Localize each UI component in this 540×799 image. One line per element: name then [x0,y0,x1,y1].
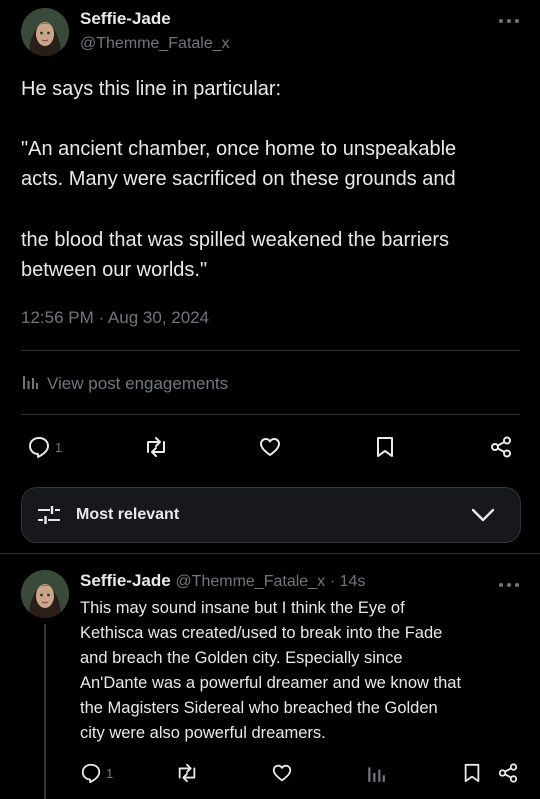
reply-header: Seffie-Jade @Themme_Fatale_x · 14s [80,571,365,591]
author-handle[interactable]: @Themme_Fatale_x [80,35,230,53]
analytics-bars-icon [366,762,386,784]
bookmark-icon [462,762,482,784]
post-text: He says this line in particular: "An anc… [21,74,521,285]
bookmark-icon [374,435,396,459]
repost-icon [143,435,169,459]
share-button[interactable] [489,435,513,459]
reply-share-button[interactable] [497,762,519,784]
reply-line: city were also powerful dreamers. [80,724,326,742]
view-engagements-link[interactable]: View post engagements [21,372,228,395]
analytics-bars-icon [21,372,39,395]
post-line-blank [21,194,521,225]
reply-text: This may sound insane but I think the Ey… [80,596,530,746]
reply-line: and breach the Golden city. Especially s… [80,649,403,667]
more-horizontal-icon[interactable] [498,14,520,25]
post-line: "An ancient chamber, once home to unspea… [21,138,457,160]
reply-line: This may sound insane but I think the Ey… [80,599,405,617]
reply-reply-count: 1 [106,765,114,781]
post-line: the blood that was spilled weakened the … [21,229,450,251]
more-horizontal-icon[interactable] [498,576,520,594]
reply-author-name[interactable]: Seffie-Jade [80,571,171,590]
reply-line: the Magisters Sidereal who breached the … [80,699,438,717]
repost-button[interactable] [143,435,169,459]
reply-like-button[interactable] [271,762,293,784]
reply-analytics-button[interactable] [366,762,386,784]
share-icon [489,435,513,459]
post-line: He says this line in particular: [21,78,282,100]
post-line: between our worlds." [21,259,208,281]
reply-reply-button[interactable]: 1 [80,762,113,784]
heart-icon [258,435,282,459]
divider [21,414,520,415]
share-icon [497,762,519,784]
post-line: acts. Many were sacrificed on these grou… [21,168,456,190]
reply-bubble-icon [80,762,102,784]
reply-button[interactable]: 1 [27,435,62,459]
sort-label: Most relevant [76,506,180,523]
author-avatar[interactable] [21,8,69,56]
view-engagements-label: View post engagements [47,373,229,393]
reply-sort-dropdown[interactable]: Most relevant [21,487,521,543]
reply-line: Kethisca was created/used to break into … [80,624,443,642]
heart-icon [271,762,293,784]
like-button[interactable] [258,435,282,459]
reply-repost-button[interactable] [175,762,199,784]
divider [21,350,520,351]
post-line-blank [21,104,521,134]
repost-icon [175,762,199,784]
author-name[interactable]: Seffie-Jade [80,9,171,29]
reply-author-handle[interactable]: @Themme_Fatale_x [175,573,325,590]
reply-time[interactable]: · 14s [330,573,366,590]
reply-line: An'Dante was a powerful dreamer and we k… [80,674,462,692]
sliders-icon [36,503,62,527]
thread-line [44,624,46,799]
reply-avatar[interactable] [21,570,69,618]
post-timestamp[interactable]: 12:56 PM · Aug 30, 2024 [21,308,209,328]
chevron-down-icon [470,507,496,523]
reply-bookmark-button[interactable] [462,762,482,784]
reply-bubble-icon [27,435,51,459]
bookmark-button[interactable] [374,435,396,459]
divider [0,553,540,554]
reply-count: 1 [55,439,63,455]
